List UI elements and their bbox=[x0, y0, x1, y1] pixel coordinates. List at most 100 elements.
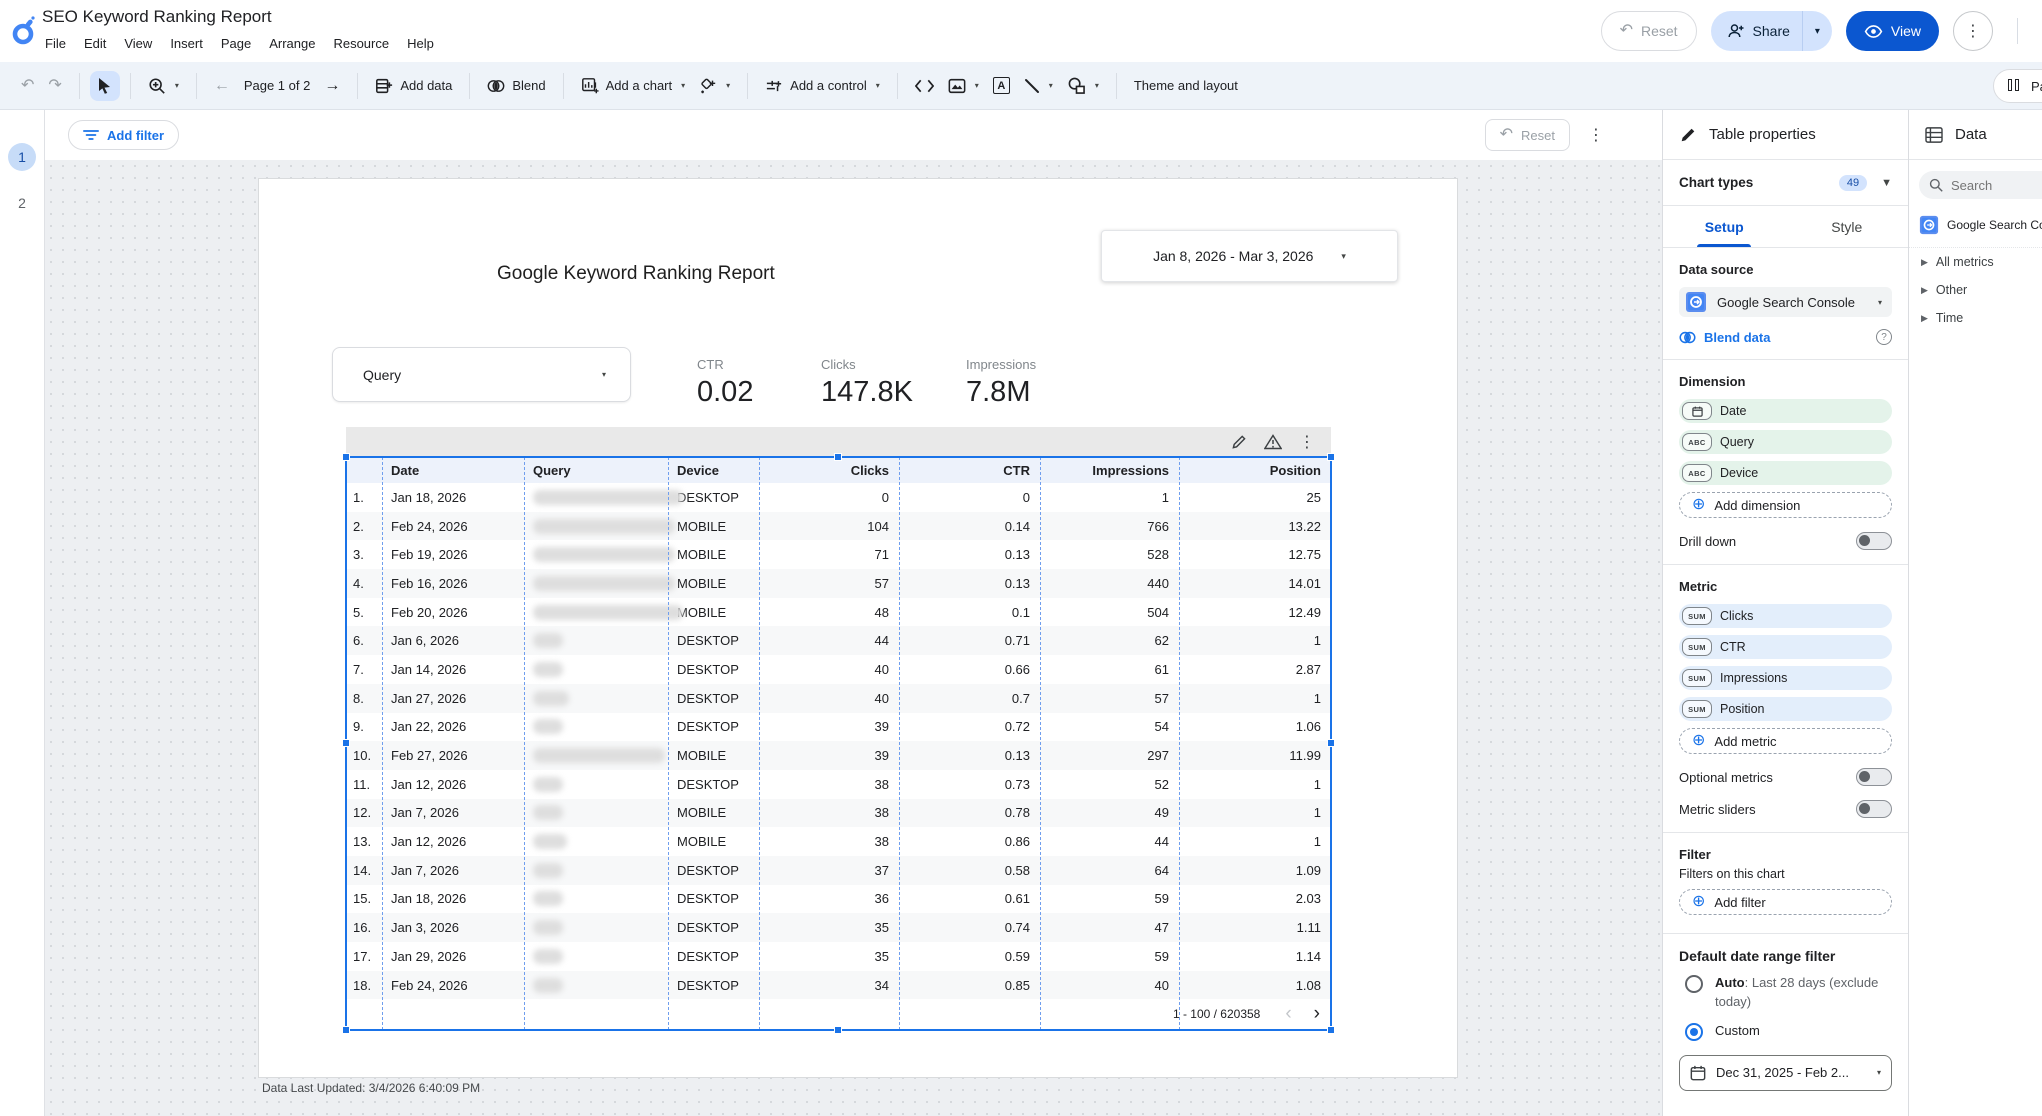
menu-file[interactable]: File bbox=[36, 33, 75, 54]
reset-filters-button[interactable]: ↶ Reset bbox=[1485, 119, 1570, 151]
table-row[interactable]: 1.Jan 18, 2026DESKTOP00125 bbox=[346, 483, 1331, 512]
table-row[interactable]: 4.Feb 16, 2026MOBILE570.1344014.01 bbox=[346, 569, 1331, 598]
data-panel-source[interactable]: Google Search Con bbox=[1909, 199, 2042, 248]
chart-types-row[interactable]: Chart types 49 ▼ bbox=[1663, 160, 1908, 206]
table-row[interactable]: 3.Feb 19, 2026MOBILE710.1352812.75 bbox=[346, 540, 1331, 569]
drill-down-toggle[interactable] bbox=[1856, 532, 1892, 550]
table-row[interactable]: 13.Jan 12, 2026MOBILE380.86441 bbox=[346, 827, 1331, 856]
selection-handle[interactable] bbox=[342, 1026, 350, 1034]
table-row[interactable]: 2.Feb 24, 2026MOBILE1040.1476613.22 bbox=[346, 512, 1331, 541]
table-row[interactable]: 11.Jan 12, 2026DESKTOP380.73521 bbox=[346, 770, 1331, 799]
column-header-query[interactable]: Query bbox=[524, 463, 668, 478]
pagination-next-button[interactable]: › bbox=[1303, 1003, 1331, 1025]
view-button[interactable]: View bbox=[1846, 11, 1939, 51]
menu-view[interactable]: View bbox=[115, 33, 161, 54]
select-tool-button[interactable] bbox=[90, 71, 120, 101]
optional-metrics-toggle[interactable] bbox=[1856, 768, 1892, 786]
menu-page[interactable]: Page bbox=[212, 33, 260, 54]
add-control-button[interactable]: Add a control ▾ bbox=[758, 73, 887, 99]
pause-updates-button[interactable]: Pa bbox=[1993, 69, 2042, 103]
table-row[interactable]: 6.Jan 6, 2026DESKTOP440.71621 bbox=[346, 626, 1331, 655]
chevron-down-icon[interactable]: ▼ bbox=[1881, 177, 1892, 189]
expand-arrow-icon[interactable]: ▶ bbox=[1921, 257, 1928, 268]
insert-text-button[interactable]: A bbox=[986, 72, 1017, 99]
warning-icon[interactable] bbox=[1264, 434, 1282, 450]
menu-arrange[interactable]: Arrange bbox=[260, 33, 324, 54]
add-dimension-button[interactable]: ⊕ Add dimension bbox=[1679, 492, 1892, 518]
table-kebab-icon[interactable]: ⋮ bbox=[1299, 432, 1315, 452]
custom-date-range-select[interactable]: Dec 31, 2025 - Feb 2... ▾ bbox=[1679, 1055, 1892, 1091]
expand-arrow-icon[interactable]: ▶ bbox=[1921, 313, 1928, 324]
edit-pencil-icon[interactable] bbox=[1231, 434, 1247, 450]
selection-handle[interactable] bbox=[834, 1026, 842, 1034]
menu-edit[interactable]: Edit bbox=[75, 33, 115, 54]
metric-chip-impressions[interactable]: SUMImpressions bbox=[1679, 666, 1892, 690]
table-row[interactable]: 9.Jan 22, 2026DESKTOP390.72541.06 bbox=[346, 713, 1331, 742]
column-header-ctr[interactable]: CTR bbox=[899, 463, 1040, 478]
previous-page-button[interactable]: ← bbox=[207, 73, 237, 99]
data-source-select[interactable]: Google Search Console ▾ bbox=[1679, 287, 1892, 317]
share-dropdown-caret[interactable]: ▾ bbox=[1802, 11, 1832, 51]
radio-unselected-icon[interactable] bbox=[1685, 975, 1703, 993]
table-row[interactable]: 18.Feb 24, 2026DESKTOP340.85401.08 bbox=[346, 971, 1331, 1000]
tab-style[interactable]: Style bbox=[1786, 206, 1909, 247]
scorecard-impressions[interactable]: Impressions7.8M bbox=[966, 357, 1126, 409]
share-button[interactable]: Share ▾ bbox=[1711, 11, 1832, 51]
page-thumb-2[interactable]: 2 bbox=[8, 189, 36, 217]
metric-sliders-toggle[interactable] bbox=[1856, 800, 1892, 818]
column-header-impressions[interactable]: Impressions bbox=[1040, 463, 1179, 478]
report-page[interactable]: Google Keyword Ranking Report Jan 8, 202… bbox=[258, 178, 1458, 1078]
dimension-chip-date[interactable]: Date bbox=[1679, 399, 1892, 423]
table-row[interactable]: 8.Jan 27, 2026DESKTOP400.7571 bbox=[346, 684, 1331, 713]
selection-handle[interactable] bbox=[342, 739, 350, 747]
redo-button[interactable]: ↷ bbox=[41, 73, 68, 99]
blend-data-link[interactable]: Blend data bbox=[1704, 330, 1770, 345]
canvas-more-options-button[interactable]: ⋮ bbox=[1588, 125, 1604, 145]
more-options-button[interactable]: ⋮ bbox=[1953, 11, 1993, 51]
dimension-chip-device[interactable]: ABCDevice bbox=[1679, 461, 1892, 485]
report-title[interactable]: SEO Keyword Ranking Report bbox=[42, 7, 272, 27]
date-range-control[interactable]: Jan 8, 2026 - Mar 3, 2026 ▾ bbox=[1101, 230, 1398, 282]
tree-item-all-metrics[interactable]: ▶All metrics bbox=[1909, 248, 2042, 276]
selection-handle[interactable] bbox=[1327, 1026, 1335, 1034]
page-thumb-1[interactable]: 1 bbox=[8, 143, 36, 171]
tab-setup[interactable]: Setup bbox=[1663, 206, 1786, 247]
undo-button[interactable]: ↶ bbox=[14, 73, 41, 99]
custom-date-option[interactable]: Custom bbox=[1679, 1022, 1892, 1041]
data-table[interactable]: DateQueryDeviceClicksCTRImpressionsPosit… bbox=[346, 457, 1331, 1030]
next-page-button[interactable]: → bbox=[317, 73, 347, 99]
data-search[interactable] bbox=[1919, 171, 2042, 199]
insert-line-button[interactable]: ▾ bbox=[1017, 73, 1060, 99]
add-data-button[interactable]: Add data bbox=[368, 72, 459, 100]
column-header-clicks[interactable]: Clicks bbox=[759, 463, 899, 478]
table-row[interactable]: 14.Jan 7, 2026DESKTOP370.58641.09 bbox=[346, 856, 1331, 885]
add-filter-button[interactable]: Add filter bbox=[68, 120, 179, 150]
column-header-position[interactable]: Position bbox=[1179, 463, 1331, 478]
table-row[interactable]: 15.Jan 18, 2026DESKTOP360.61592.03 bbox=[346, 885, 1331, 914]
tree-item-other[interactable]: ▶Other bbox=[1909, 276, 2042, 304]
radio-selected-icon[interactable] bbox=[1685, 1023, 1703, 1041]
add-metric-button[interactable]: ⊕ Add metric bbox=[1679, 728, 1892, 754]
expand-arrow-icon[interactable]: ▶ bbox=[1921, 285, 1928, 296]
add-filter-chart-button[interactable]: ⊕ Add filter bbox=[1679, 889, 1892, 915]
metric-chip-position[interactable]: SUMPosition bbox=[1679, 697, 1892, 721]
metric-chip-clicks[interactable]: SUMClicks bbox=[1679, 604, 1892, 628]
dimension-chip-query[interactable]: ABCQuery bbox=[1679, 430, 1892, 454]
embed-url-button[interactable] bbox=[908, 74, 941, 98]
auto-date-option[interactable]: Auto: Last 28 days (exclude today) bbox=[1679, 974, 1892, 1012]
metric-chip-ctr[interactable]: SUMCTR bbox=[1679, 635, 1892, 659]
share-main[interactable]: Share bbox=[1711, 11, 1802, 51]
column-header-date[interactable]: Date bbox=[382, 463, 524, 478]
table-row[interactable]: 10.Feb 27, 2026MOBILE390.1329711.99 bbox=[346, 741, 1331, 770]
selection-handle[interactable] bbox=[342, 453, 350, 461]
query-filter-control[interactable]: Query ▾ bbox=[332, 347, 631, 402]
reset-button[interactable]: ↶ Reset bbox=[1601, 11, 1697, 51]
selection-handle[interactable] bbox=[1327, 453, 1335, 461]
column-header-device[interactable]: Device bbox=[668, 463, 759, 478]
blend-button[interactable]: Blend bbox=[480, 73, 552, 98]
help-icon[interactable]: ? bbox=[1876, 329, 1892, 345]
table-row[interactable]: 5.Feb 20, 2026MOBILE480.150412.49 bbox=[346, 598, 1331, 627]
report-canvas[interactable]: Google Keyword Ranking Report Jan 8, 202… bbox=[45, 160, 1662, 1116]
report-page-title[interactable]: Google Keyword Ranking Report bbox=[497, 263, 775, 285]
tree-item-time[interactable]: ▶Time bbox=[1909, 304, 2042, 332]
